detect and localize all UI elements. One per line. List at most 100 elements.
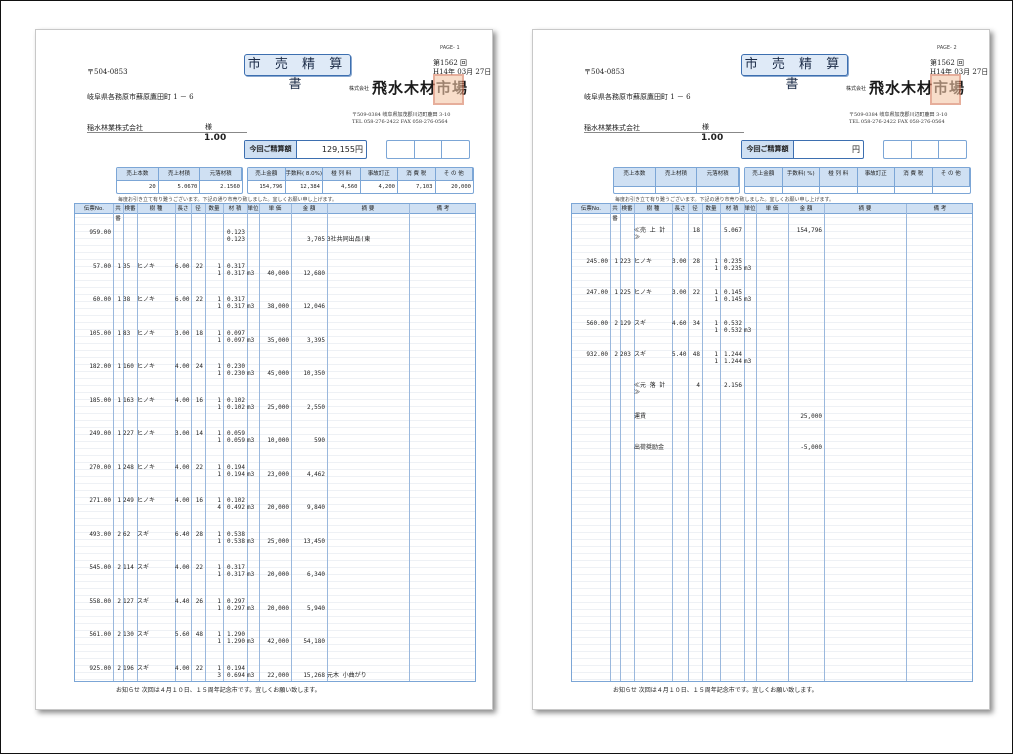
cell-v1: 0.297 bbox=[226, 597, 245, 605]
cell-len: 4.60 bbox=[672, 320, 687, 327]
cell-a: 2 bbox=[117, 631, 121, 638]
cell-u: m3 bbox=[247, 504, 255, 511]
cell-dia: 14 bbox=[195, 430, 203, 437]
cell-qty: 1 bbox=[217, 430, 221, 437]
cell-len: 4.00 bbox=[175, 664, 190, 672]
cell-dia: 22 bbox=[195, 664, 203, 672]
grid-row: 493.00 2 62 スギ 6.40 28 1 1 0.538 0.538 m3 25,000 13,… bbox=[75, 524, 475, 548]
settlement-amount-value: 129,155円 bbox=[321, 145, 363, 154]
cell-len: 4.40 bbox=[175, 597, 190, 605]
cell-amt: 4,462 bbox=[306, 470, 325, 478]
cell-v1: 0.123 bbox=[226, 229, 245, 236]
cell-amt: 3,705 bbox=[306, 236, 325, 243]
cell-len: 3.00 bbox=[672, 258, 687, 265]
summary-header: 売上金額 bbox=[745, 168, 783, 187]
cell-qty2: 1 bbox=[217, 336, 221, 344]
grid-header-cell: 単 価 bbox=[765, 206, 779, 212]
cell-qty2: 1 bbox=[217, 571, 221, 578]
cell-a: 1 bbox=[614, 258, 618, 265]
cell-v2: 0.492 bbox=[226, 504, 245, 511]
cell-u: m3 bbox=[247, 604, 255, 612]
cell-sp: ヒノキ bbox=[137, 396, 156, 404]
cell-a: 2 bbox=[117, 664, 121, 672]
grid-header-cell: 検番 bbox=[124, 206, 136, 212]
grid-header-cell: 数量 bbox=[208, 206, 220, 212]
summary-header: 売上本数 bbox=[614, 168, 656, 187]
blank-box bbox=[884, 141, 912, 158]
cell-b: 129 bbox=[620, 320, 631, 327]
blank-boxes bbox=[386, 140, 470, 159]
cell-sp: スギ bbox=[137, 664, 150, 672]
grid-row: 247.00 1 225 ヒノキ 3.00 22 1 1 0.145 0.145 m3 bbox=[572, 282, 972, 306]
cell-v1: 0.538 bbox=[226, 530, 245, 538]
cell-dia: 18 bbox=[195, 329, 203, 337]
detail-grid: 伝票No. 共番 検番 樹 種 長さ径 数量 材 積単位 単 価 金 額 摘 要 備 考 959.00… bbox=[74, 203, 476, 682]
cell-v1: 0.317 bbox=[226, 262, 245, 270]
cell-v2: 0.145 bbox=[723, 296, 742, 303]
cell-len: 6.00 bbox=[175, 296, 190, 303]
cell-a: 2 bbox=[117, 564, 121, 571]
cell-sp: ヒノキ bbox=[137, 497, 156, 504]
cell-qty: 1 bbox=[714, 320, 718, 327]
grid-row: 561.00 2 130 スギ 5.60 48 1 1 1.290 1.290 m3 42,000 54… bbox=[75, 624, 475, 648]
cell-sp: ヒノキ bbox=[634, 258, 653, 265]
cell-sp: ヒノキ bbox=[137, 262, 156, 270]
cell-no: 271.00 bbox=[89, 497, 111, 504]
cell-v2: 0.532 bbox=[723, 327, 742, 334]
settlement-amount-box: 今回ご精算額 129,155円 bbox=[244, 140, 367, 159]
cell-no: 932.00 bbox=[586, 351, 608, 358]
cell-v2: 0.297 bbox=[226, 604, 245, 612]
grid-header-cell: 径 bbox=[195, 206, 201, 212]
cell-len: 3.00 bbox=[672, 289, 687, 296]
cell-qty2: 4 bbox=[217, 504, 221, 511]
cell-v1: 0.145 bbox=[723, 289, 742, 296]
cell-v2: 0.317 bbox=[226, 303, 245, 310]
cell-price: 25,000 bbox=[267, 537, 289, 545]
issue-number: 第1562 回 bbox=[433, 59, 468, 67]
summary-amount-table: 売上金額 手数料( 8.0%) 椪 列 料事故訂正消 費 税そ の 他 154,796… bbox=[247, 167, 474, 194]
cell-price: 35,000 bbox=[267, 336, 289, 344]
cell-qty: 1 bbox=[217, 564, 221, 571]
cell-no: 182.00 bbox=[89, 363, 111, 370]
grid-header-cell: 検番 bbox=[621, 206, 633, 212]
grid-header-cell: 材 積 bbox=[228, 206, 242, 212]
cell-qty2: 1 bbox=[217, 403, 221, 411]
settlement-amount-box: 今回ご精算額 円 bbox=[741, 140, 864, 159]
summary-value bbox=[858, 187, 895, 193]
cell-a: 1 bbox=[117, 430, 121, 437]
cell-u: m3 bbox=[247, 403, 255, 411]
cell-u: m3 bbox=[247, 303, 255, 310]
document-title: 市 売 精 算 書 bbox=[244, 54, 351, 92]
summary-value: 2.1560 bbox=[220, 184, 240, 190]
cell-qty2: 1 bbox=[217, 370, 221, 377]
cell-price: 38,000 bbox=[267, 303, 289, 310]
cell-u: m3 bbox=[247, 336, 255, 344]
summary-header: 消 費 税 bbox=[895, 168, 933, 187]
summary-header: 手数料( 8.0%) bbox=[285, 168, 323, 181]
cell-qty: 1 bbox=[217, 329, 221, 337]
summary-header: 椪 列 料 bbox=[820, 168, 858, 187]
cell-u: m3 bbox=[247, 537, 255, 545]
cell-no: 105.00 bbox=[89, 329, 111, 337]
grid-header-cell: 金 額 bbox=[302, 206, 316, 212]
cell-sp: 出荷奨励金 bbox=[634, 444, 665, 451]
cell-v1: 0.317 bbox=[226, 564, 245, 571]
cell-u: m3 bbox=[247, 470, 255, 478]
grid-header-cell: 数量 bbox=[705, 206, 717, 212]
cell-sp: スギ bbox=[137, 564, 150, 571]
cell-v1: 0.102 bbox=[226, 396, 245, 404]
grid-row: 959.00 0.123 0.123 3,705 3社共同出品(東 bbox=[75, 222, 475, 246]
invoice-page-2: PAGE- 2市 売 精 算 書第1562 回 H14年 03月 27日 〒504-… bbox=[532, 29, 990, 710]
document-title: 市 売 精 算 書 bbox=[741, 54, 848, 92]
summary-value bbox=[745, 187, 783, 193]
blank-box bbox=[939, 141, 966, 158]
cell-dia: 48 bbox=[195, 631, 203, 638]
cell-amt: -5,000 bbox=[800, 444, 822, 451]
grid-header-cell: 伝票No. bbox=[83, 206, 105, 212]
summary-header: 売上材積 bbox=[158, 168, 201, 181]
cell-len: 5.40 bbox=[672, 351, 687, 358]
company-prefix: 株式会社 bbox=[349, 86, 370, 92]
grid-header-cell: 備 考 bbox=[436, 206, 450, 212]
cell-u: m3 bbox=[744, 327, 752, 334]
footer-notice: お知らせ 次回は４月１０日、１５周年記念市です。宜しくお願い致します。 bbox=[613, 687, 818, 694]
